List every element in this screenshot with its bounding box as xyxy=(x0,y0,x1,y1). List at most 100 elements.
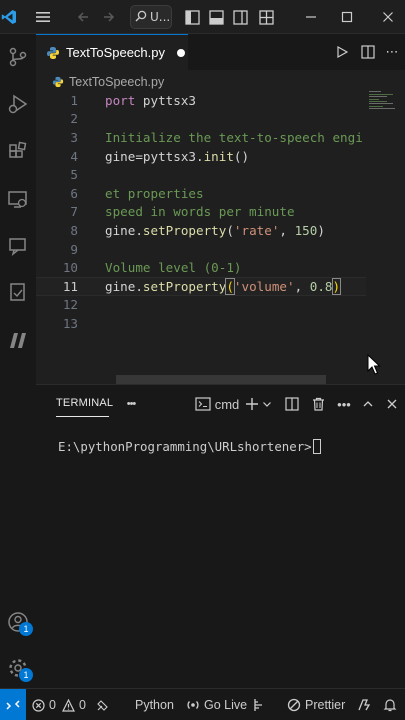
forward-arrow-icon[interactable] xyxy=(98,0,120,34)
terminal-prompt: E:\pythonProgramming\URLshortener> xyxy=(58,439,312,454)
activity-bar: 1 1 xyxy=(0,34,36,688)
ports-icon[interactable] xyxy=(96,689,110,720)
trash-icon[interactable] xyxy=(308,393,328,415)
toggle-panel-icon[interactable] xyxy=(206,0,226,34)
prettier-label: Prettier xyxy=(305,698,346,712)
code-token: , xyxy=(294,278,310,294)
notifications-bell-icon[interactable] xyxy=(383,689,397,720)
command-center-search[interactable]: U... xyxy=(130,5,172,29)
code-line[interactable]: 3 Initialize the text-to-speech engi xyxy=(36,128,366,147)
code-line[interactable]: 10 Volume level (0-1) xyxy=(36,258,366,277)
code-editor[interactable]: 1 port pyttsx3 2 3 Initialize the text-to-sp… xyxy=(36,91,405,361)
terminal-shell-selector[interactable]: cmd xyxy=(194,393,240,415)
code-text: speed in words per minute xyxy=(105,204,295,219)
toggle-primary-sidebar-icon[interactable] xyxy=(182,0,202,34)
bookmarks-icon[interactable] xyxy=(0,322,36,358)
close-panel-icon[interactable] xyxy=(382,393,402,415)
code-line[interactable]: 9 xyxy=(36,240,366,259)
minimize-icon[interactable] xyxy=(300,0,322,34)
remote-indicator-icon[interactable] xyxy=(0,689,26,720)
maximize-panel-chevron-up-icon[interactable] xyxy=(358,393,378,415)
code-token: pyttsx3 xyxy=(135,92,197,108)
remote-explorer-icon[interactable] xyxy=(0,182,36,218)
new-terminal-plus-icon[interactable] xyxy=(244,393,260,415)
line-number: 8 xyxy=(70,222,78,238)
code-token: ( xyxy=(225,277,235,295)
terminal-output[interactable]: E:\pythonProgramming\URLshortener> xyxy=(58,439,321,454)
active-tab-indicator xyxy=(56,416,109,417)
split-terminal-icon[interactable] xyxy=(282,393,302,415)
docker-icon[interactable] xyxy=(0,274,36,310)
code-line[interactable]: 1 port pyttsx3 xyxy=(36,91,366,110)
code-line[interactable]: 6 et properties xyxy=(36,184,366,203)
python-file-icon xyxy=(46,46,60,60)
code-line[interactable]: 2 xyxy=(36,110,366,129)
code-text: gine.setProperty('volume', 0.8) xyxy=(105,277,342,295)
maximize-icon[interactable] xyxy=(336,0,358,34)
line-number: 3 xyxy=(70,129,78,145)
breadcrumb-file: TextToSpeech.py xyxy=(69,75,165,89)
tab-terminal[interactable]: TERMINAL xyxy=(56,397,113,409)
copilot-icon[interactable] xyxy=(357,689,373,720)
code-token: 0.8 xyxy=(309,278,333,294)
line-number: 1 xyxy=(70,92,78,108)
problems-indicator[interactable]: 0 0 xyxy=(32,689,86,720)
customize-layout-icon[interactable] xyxy=(256,0,276,34)
code-token: setProperty xyxy=(142,278,227,294)
run-python-file-icon[interactable] xyxy=(332,42,352,62)
settings-badge: 1 xyxy=(19,668,33,682)
more-actions-icon[interactable]: ⋯ xyxy=(382,42,402,62)
code-text: gine=pyttsx3.init() xyxy=(105,149,249,164)
breadcrumb[interactable]: TextToSpeech.py xyxy=(52,71,164,93)
code-token: ) xyxy=(331,277,342,295)
code-token: gine. xyxy=(105,278,143,294)
code-token: 'rate' xyxy=(233,222,280,238)
code-token: gine. xyxy=(105,222,143,238)
panel-more-icon[interactable]: ••• xyxy=(120,393,142,415)
minimap[interactable] xyxy=(367,90,401,110)
code-line[interactable]: 4 gine=pyttsx3.init() xyxy=(36,147,366,166)
title-bar: U... xyxy=(0,0,405,34)
code-token: port xyxy=(105,92,136,108)
code-text: et properties xyxy=(105,186,204,201)
panel-header: TERMINAL ••• cmd ••• xyxy=(36,385,405,423)
code-line[interactable]: 7 speed in words per minute xyxy=(36,203,366,222)
menu-icon[interactable] xyxy=(32,0,54,34)
error-icon xyxy=(32,698,45,712)
editor-tab-bar: TextToSpeech.py ⋯ xyxy=(36,34,405,70)
toggle-secondary-sidebar-icon[interactable] xyxy=(230,0,250,34)
language-status-icon[interactable] xyxy=(252,689,266,720)
go-live-label: Go Live xyxy=(204,698,248,712)
warning-icon xyxy=(61,698,75,712)
go-live-button[interactable]: Go Live xyxy=(186,689,247,720)
error-count: 0 xyxy=(49,698,56,712)
prettier-status[interactable]: Prettier xyxy=(287,689,345,720)
code-line[interactable]: 5 xyxy=(36,165,366,184)
code-text: gine.setProperty('rate', 150) xyxy=(105,223,325,238)
accounts-icon[interactable]: 1 xyxy=(0,604,36,640)
code-token: , xyxy=(279,222,295,238)
extensions-icon[interactable] xyxy=(0,134,36,170)
chat-icon[interactable] xyxy=(0,228,36,264)
code-token: init xyxy=(203,148,234,164)
code-token: Volume level (0-1) xyxy=(105,260,242,276)
code-line[interactable]: 13 xyxy=(36,314,366,333)
source-control-icon[interactable] xyxy=(0,39,36,75)
split-editor-icon[interactable] xyxy=(358,42,378,62)
tab-texttospeech[interactable]: TextToSpeech.py xyxy=(36,34,188,70)
language-mode[interactable]: Python xyxy=(135,689,174,720)
code-line[interactable]: 8 gine.setProperty('rate', 150) xyxy=(36,221,366,240)
panel-more-actions-icon[interactable]: ••• xyxy=(334,393,354,415)
close-icon[interactable] xyxy=(376,0,400,34)
code-line[interactable]: 11 gine.setProperty('volume', 0.8) xyxy=(36,277,366,296)
settings-gear-icon[interactable]: 1 xyxy=(0,650,36,686)
run-debug-icon[interactable] xyxy=(0,86,36,122)
unsaved-dot-icon[interactable] xyxy=(177,48,186,57)
code-token: et properties xyxy=(105,185,204,201)
code-text: port pyttsx3 xyxy=(105,93,196,108)
code-line[interactable]: 12 xyxy=(36,296,366,315)
back-arrow-icon[interactable] xyxy=(72,0,94,34)
code-token: speed in words per minute xyxy=(105,204,295,220)
code-token: ( xyxy=(226,222,234,238)
chevron-down-icon[interactable] xyxy=(260,393,274,415)
